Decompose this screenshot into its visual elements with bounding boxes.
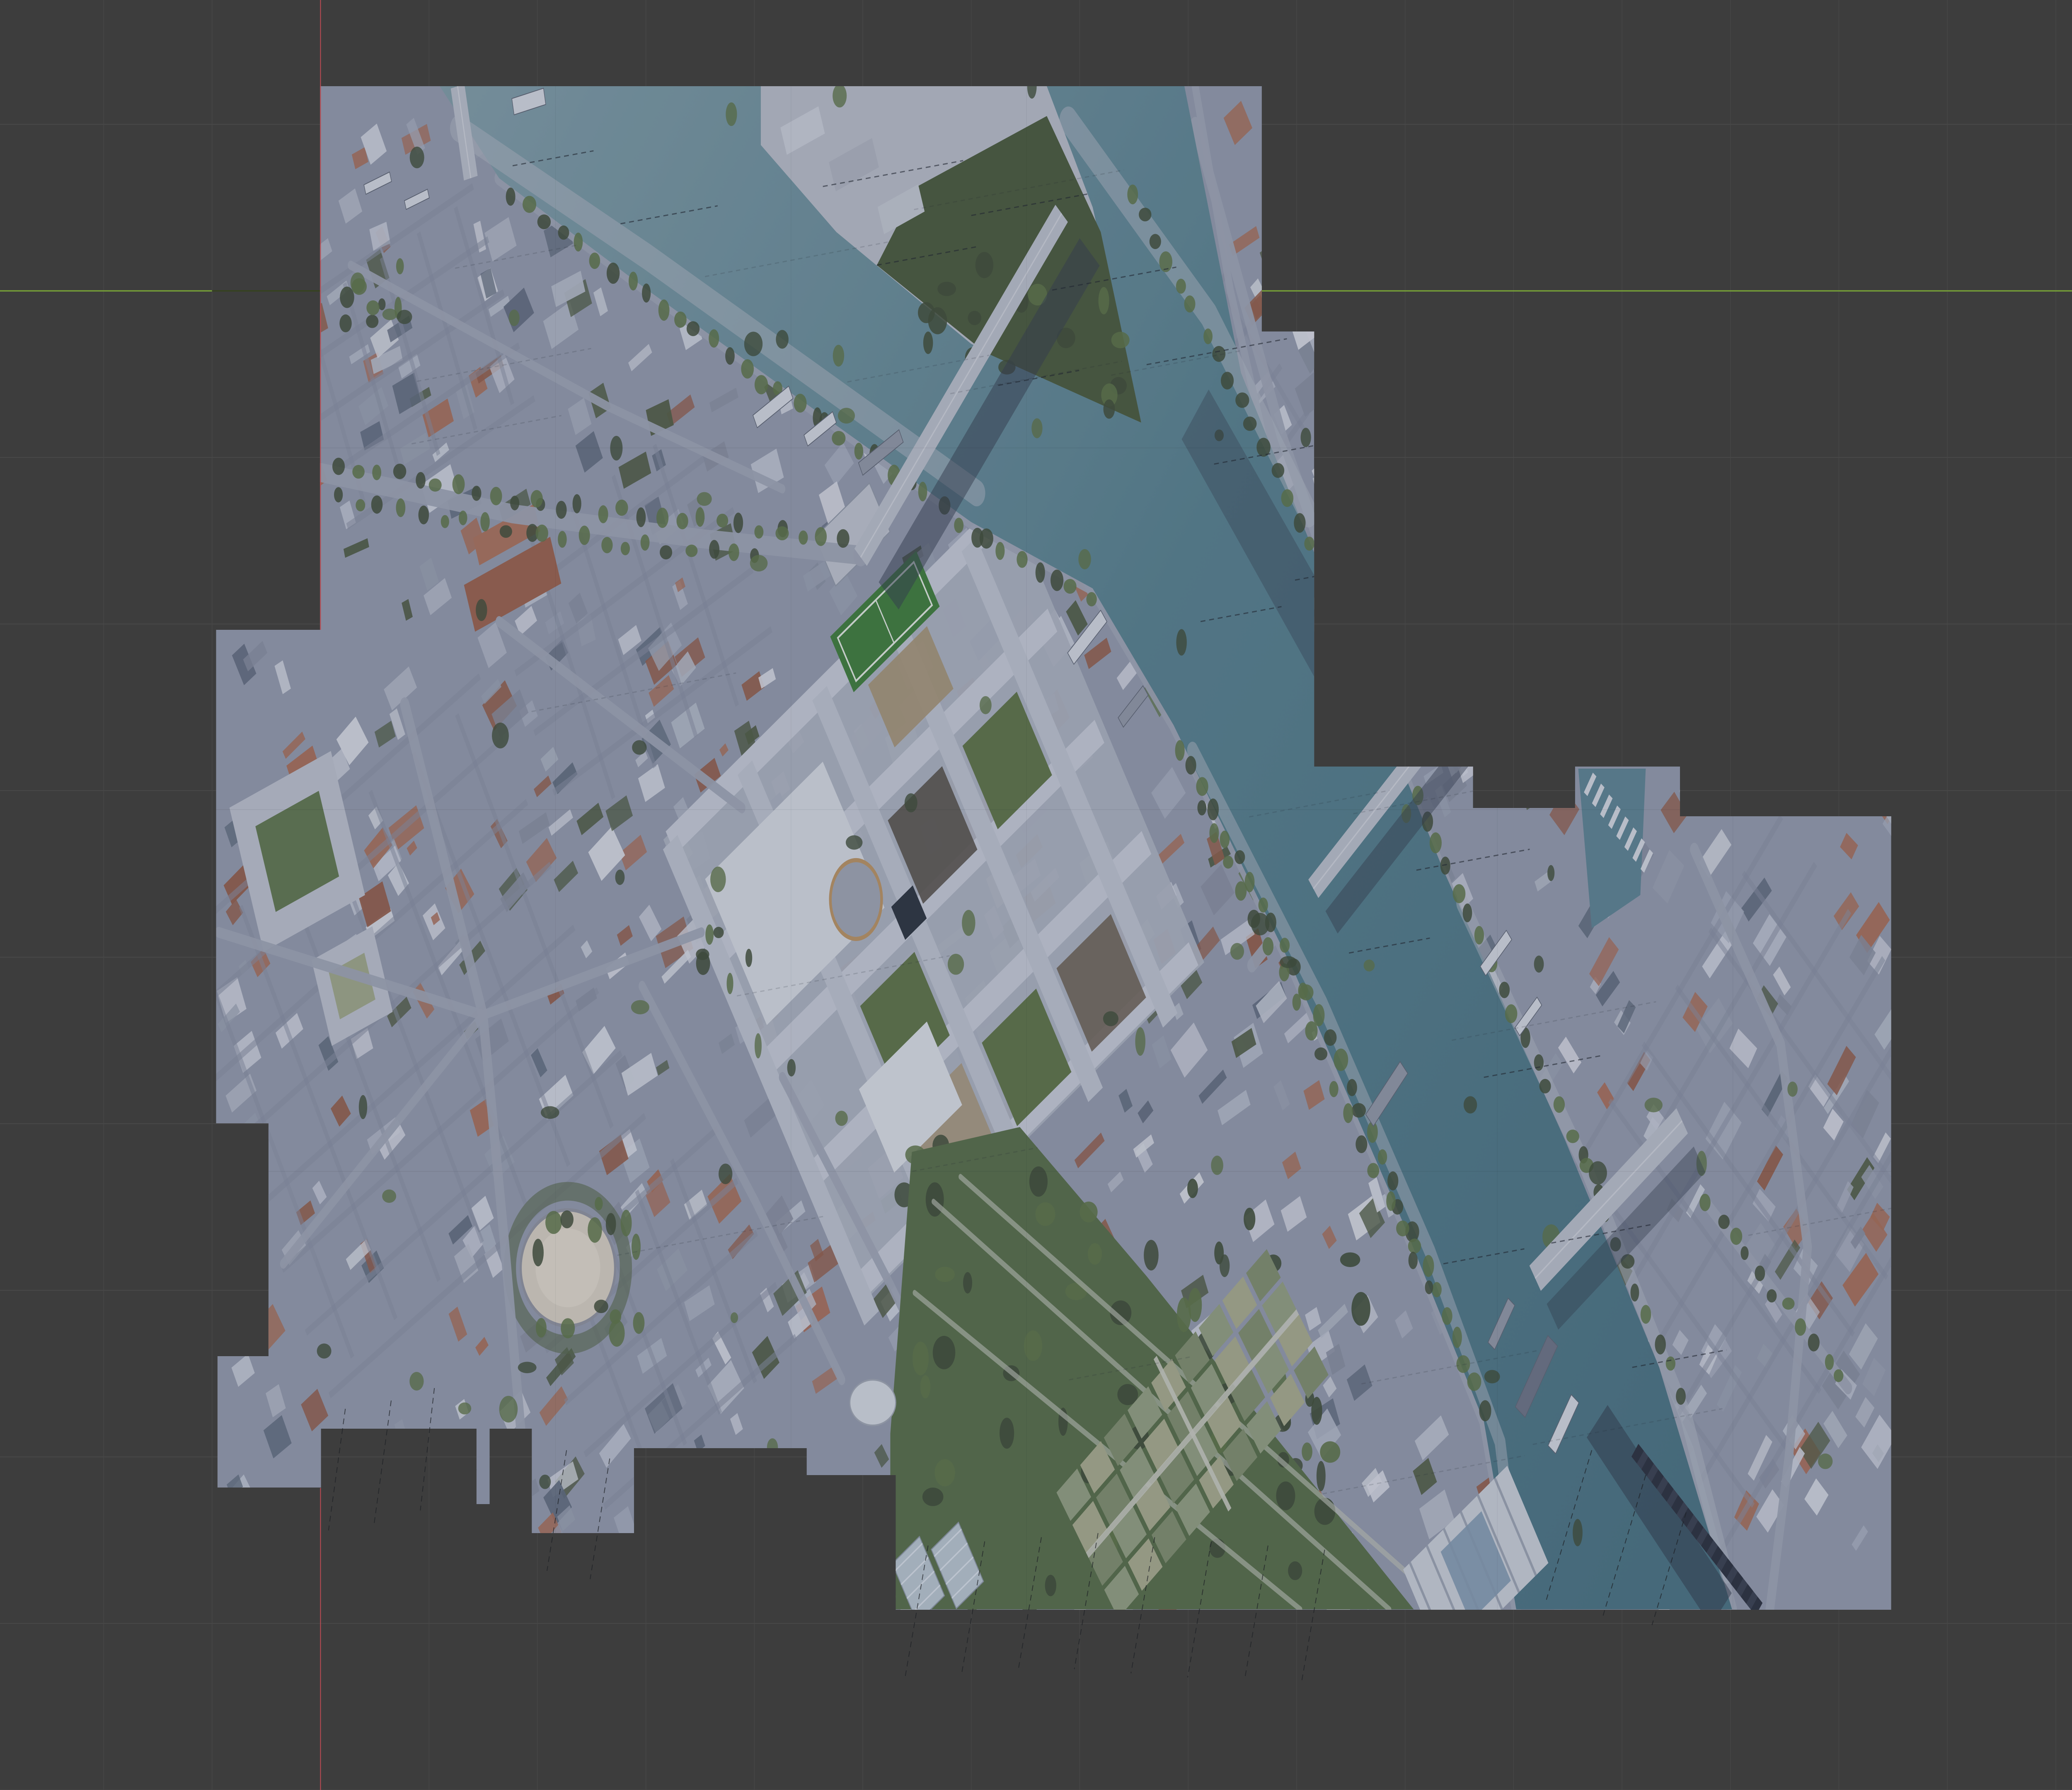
aerial-photo-mosaic <box>165 66 1986 1667</box>
viewport-canvas[interactable] <box>0 0 2072 1790</box>
photo-tint-overlay <box>216 86 1891 1610</box>
